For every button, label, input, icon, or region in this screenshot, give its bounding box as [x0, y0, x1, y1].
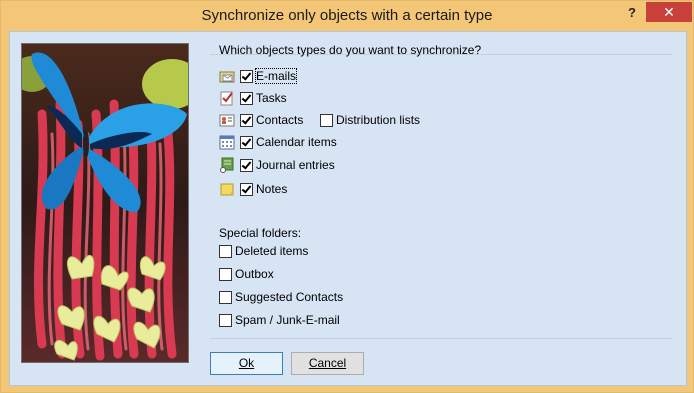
calendar-icon — [219, 134, 235, 150]
type-row-calendar[interactable]: Calendar items — [219, 133, 337, 151]
calendar-label: Calendar items — [256, 135, 337, 149]
type-row-tasks[interactable]: Tasks — [219, 89, 287, 107]
emails-checkbox[interactable] — [240, 69, 253, 83]
type-row-notes[interactable]: Notes — [219, 180, 287, 198]
ok-button[interactable]: Ok — [210, 352, 283, 375]
outbox-checkbox[interactable] — [219, 267, 232, 281]
email-folder-icon — [219, 68, 235, 84]
contacts-checkbox[interactable] — [240, 113, 253, 127]
contacts-label: Contacts — [256, 113, 304, 127]
notes-icon — [219, 181, 235, 197]
deleted-items-checkbox[interactable] — [219, 244, 232, 258]
cancel-button[interactable]: Cancel — [291, 352, 364, 375]
special-row-spam[interactable]: Spam / Junk-E-mail — [219, 311, 340, 329]
outbox-label: Outbox — [235, 267, 274, 281]
tasks-icon — [219, 90, 235, 106]
distribution-lists-checkbox[interactable] — [320, 113, 333, 127]
special-row-deleted[interactable]: Deleted items — [219, 242, 308, 260]
object-types-question: Which objects types do you want to synch… — [219, 43, 482, 57]
spam-junk-checkbox[interactable] — [219, 313, 232, 327]
butterfly-image — [21, 43, 189, 363]
window-title: Synchronize only objects with a certain … — [201, 7, 493, 24]
ok-button-label: Ok — [238, 356, 255, 370]
notes-checkbox[interactable] — [240, 182, 253, 196]
notes-label: Notes — [256, 182, 288, 196]
special-row-suggested-contacts[interactable]: Suggested Contacts — [219, 288, 343, 306]
deleted-items-label: Deleted items — [235, 244, 309, 258]
journal-label: Journal entries — [256, 158, 335, 172]
suggested-contacts-label: Suggested Contacts — [235, 290, 344, 304]
special-row-outbox[interactable]: Outbox — [219, 265, 274, 283]
bottom-divider — [210, 338, 672, 339]
journal-checkbox[interactable] — [240, 158, 253, 172]
tasks-label: Tasks — [256, 91, 287, 105]
contacts-icon — [219, 112, 235, 128]
distribution-lists-label: Distribution lists — [336, 113, 421, 127]
close-button[interactable]: ✕ — [646, 2, 692, 22]
calendar-checkbox[interactable] — [240, 135, 253, 149]
emails-label: E-mails — [254, 68, 298, 84]
special-folders-heading: Special folders: — [219, 226, 302, 240]
tasks-checkbox[interactable] — [240, 91, 253, 105]
suggested-contacts-checkbox[interactable] — [219, 290, 232, 304]
type-row-distribution-lists[interactable]: Distribution lists — [320, 111, 420, 129]
title-bar[interactable]: Synchronize only objects with a certain … — [1, 1, 693, 31]
close-icon: ✕ — [663, 4, 675, 20]
cancel-button-label: Cancel — [308, 356, 347, 370]
spam-junk-label: Spam / Junk-E-mail — [235, 313, 340, 327]
dialog-window: Synchronize only objects with a certain … — [0, 0, 694, 393]
type-row-journal[interactable]: Journal entries — [219, 156, 335, 174]
help-button[interactable]: ? — [619, 3, 645, 25]
type-row-emails[interactable]: E-mails — [219, 67, 298, 85]
journal-icon — [219, 157, 235, 173]
type-row-contacts[interactable]: Contacts — [219, 111, 303, 129]
dialog-client-area: Which objects types do you want to synch… — [9, 31, 687, 386]
